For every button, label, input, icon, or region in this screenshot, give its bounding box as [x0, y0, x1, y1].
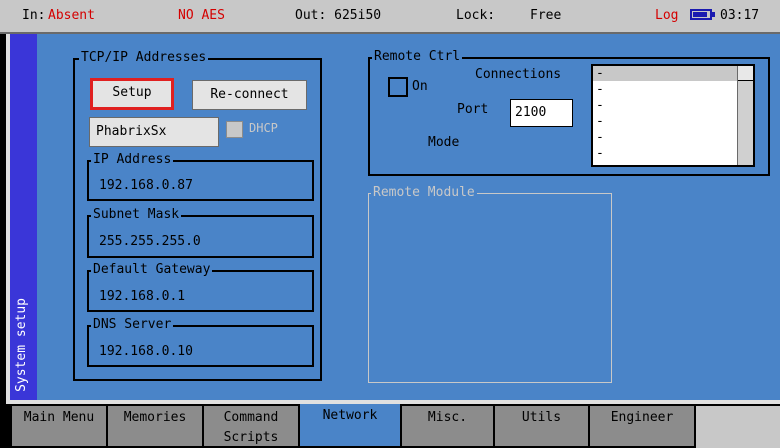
list-item[interactable]: -: [596, 82, 604, 97]
ip-address-box: IP Address 192.168.0.87: [87, 152, 314, 201]
side-label-text: System setup: [14, 298, 29, 392]
scrollbar[interactable]: [737, 66, 753, 165]
status-bar: In: Absent NO AES Out: 625i50 Lock: Free…: [0, 0, 780, 34]
tab-main-menu[interactable]: Main Menu: [10, 404, 106, 448]
side-label: System setup: [10, 34, 37, 400]
tab-network[interactable]: Network: [298, 404, 400, 448]
subnet-mask-title: Subnet Mask: [91, 207, 182, 223]
connections-list[interactable]: - - - - - -: [591, 64, 755, 167]
remote-module-group: Remote Module: [368, 185, 612, 383]
remote-module-title: Remote Module: [371, 185, 477, 201]
list-item[interactable]: -: [596, 114, 604, 129]
remote-ctrl-title: Remote Ctrl: [372, 49, 463, 65]
remote-on-label: On: [412, 79, 428, 94]
default-gateway-box: Default Gateway 192.168.0.1: [87, 262, 314, 312]
default-gateway-value[interactable]: 192.168.0.1: [99, 289, 185, 304]
dhcp-label: DHCP: [249, 121, 278, 135]
dhcp-checkbox[interactable]: [226, 121, 243, 138]
list-item[interactable]: -: [596, 146, 604, 161]
dns-server-box: DNS Server 192.168.0.10: [87, 317, 314, 367]
tab-misc[interactable]: Misc.: [400, 404, 493, 448]
tab-command-scripts[interactable]: Command Scripts: [202, 404, 298, 448]
input-status: Absent: [48, 8, 95, 23]
list-item[interactable]: -: [596, 98, 604, 113]
list-item[interactable]: -: [596, 130, 604, 145]
log-indicator[interactable]: Log: [655, 8, 678, 23]
connections-label: Connections: [475, 67, 562, 82]
setup-button[interactable]: Setup: [90, 78, 174, 110]
battery-icon: [690, 9, 715, 20]
tab-bar-filler: [696, 404, 780, 448]
tab-engineer[interactable]: Engineer: [588, 404, 696, 448]
subnet-mask-box: Subnet Mask 255.255.255.0: [87, 207, 314, 258]
lock-status: Free: [530, 8, 562, 23]
mode-label: Mode: [428, 135, 460, 150]
list-item-highlight: [593, 66, 737, 81]
port-label: Port: [457, 102, 489, 117]
lock-label: Lock:: [456, 8, 496, 23]
hostname-field[interactable]: PhabrixSx: [89, 117, 219, 147]
aes-status: NO AES: [178, 8, 225, 23]
input-label: In:: [22, 8, 46, 23]
port-input[interactable]: 2100: [510, 99, 573, 127]
scrollbar-thumb[interactable]: [738, 66, 753, 81]
clock: 03:17: [720, 8, 760, 23]
reconnect-button[interactable]: Re-connect: [192, 80, 307, 110]
default-gateway-title: Default Gateway: [91, 262, 213, 278]
ip-address-value[interactable]: 192.168.0.87: [99, 178, 193, 193]
subnet-mask-value[interactable]: 255.255.255.0: [99, 234, 201, 249]
tab-utils[interactable]: Utils: [493, 404, 588, 448]
tab-memories[interactable]: Memories: [106, 404, 202, 448]
tcpip-group-title: TCP/IP Addresses: [79, 50, 209, 66]
ip-address-title: IP Address: [91, 152, 174, 168]
output-format: Out: 625i50: [295, 8, 382, 23]
remote-on-checkbox[interactable]: [388, 77, 408, 97]
dns-server-value[interactable]: 192.168.0.10: [99, 344, 193, 359]
list-item[interactable]: -: [596, 66, 604, 81]
dns-server-title: DNS Server: [91, 317, 174, 333]
